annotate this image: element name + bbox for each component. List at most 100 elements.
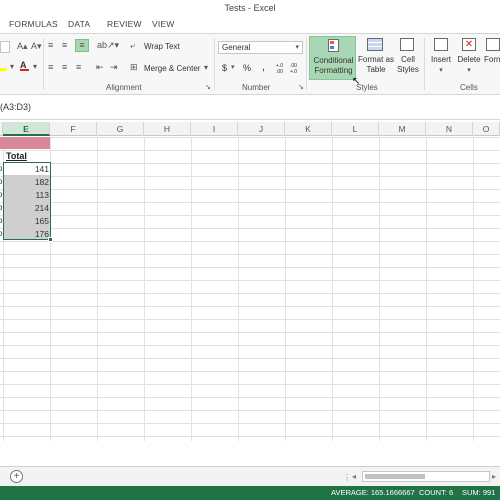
styles-group-label: Styles (356, 83, 378, 92)
cell-styles-label-1: Cell (401, 55, 415, 64)
comma-button[interactable]: , (262, 61, 265, 73)
status-average: AVERAGE: 165.1666667 (331, 488, 415, 497)
tab-formulas[interactable]: FORMULAS (9, 19, 58, 29)
tab-review[interactable]: REVIEW (107, 19, 142, 29)
formula-text[interactable]: (A3:D3) (0, 102, 31, 112)
window-title: Tests - Excel (224, 3, 276, 13)
font-size-dropdown[interactable] (0, 41, 10, 53)
column-header-n[interactable]: N (426, 122, 473, 136)
wrap-text-icon[interactable]: ⤶ (130, 40, 135, 51)
decrease-indent-icon[interactable]: ⇤ (96, 62, 104, 73)
cell-styles-label-2: Styles (397, 65, 419, 74)
currency-button[interactable]: $ (222, 63, 227, 73)
wrap-text-button[interactable]: Wrap Text (144, 42, 180, 51)
cell-styles-button[interactable]: Cell Styles (395, 36, 421, 80)
insert-label: Insert (430, 55, 451, 64)
table-icon (367, 38, 383, 51)
conditional-formatting-button[interactable]: Conditional Formatting (309, 36, 356, 80)
align-center-icon[interactable]: ≡ (62, 62, 67, 72)
merge-dropdown-icon[interactable]: ▾ (204, 63, 208, 72)
ribbon-tabs: FORMULAS DATA REVIEW VIEW (0, 16, 500, 33)
tab-view[interactable]: VIEW (152, 19, 175, 29)
insert-dropdown-icon: ▾ (439, 67, 443, 74)
total-header-cell[interactable]: Total (6, 151, 27, 161)
tab-data[interactable]: DATA (68, 19, 90, 29)
format-cells-icon (486, 38, 500, 51)
conditional-formatting-icon (328, 39, 339, 52)
formula-bar[interactable]: (A3:D3) (0, 96, 500, 120)
header-fill-cell[interactable] (0, 137, 50, 149)
format-as-table-button[interactable]: Format as Table (358, 36, 394, 80)
increase-indent-icon[interactable]: ⇥ (110, 62, 118, 73)
percent-button[interactable]: % (243, 63, 251, 73)
ribbon: A▴ A▾ ▾ A ▾ ≡ ≡ ≡ ab↗▾ ⤶ Wrap Text ≡ ≡ ≡… (0, 33, 500, 95)
status-count: COUNT: 6 (419, 488, 454, 497)
merge-center-button[interactable]: Merge & Center (144, 64, 200, 73)
sheet-tab-bar: + ⋮ ◂ ▸ (0, 466, 500, 486)
font-color-dropdown-icon[interactable]: ▾ (33, 62, 37, 71)
horizontal-scrollbar[interactable] (362, 471, 490, 482)
align-top-icon[interactable]: ≡ (48, 40, 53, 50)
alignment-launcher-icon[interactable]: ↘ (205, 83, 211, 91)
worksheet-grid[interactable]: Total o o o o o o 141 182 113 214 165 17… (0, 137, 500, 441)
number-format-value: General (222, 43, 251, 52)
increase-font-icon[interactable]: A▴ (17, 41, 28, 52)
number-group-label: Number (242, 83, 271, 92)
align-right-icon[interactable]: ≡ (76, 62, 81, 72)
scroll-left-icon[interactable]: ◂ (352, 472, 356, 481)
delete-button[interactable]: ✕ Delete ▾ (456, 36, 482, 80)
column-header-k[interactable]: K (285, 122, 332, 136)
conditional-formatting-label-1: Conditional (313, 56, 354, 65)
format-as-table-label-1: Format as (358, 55, 395, 64)
merge-center-icon[interactable]: ⊞ (130, 62, 138, 73)
fill-dropdown-icon[interactable]: ▾ (10, 62, 14, 71)
chevron-down-icon: ▾ (295, 44, 299, 51)
column-header-o[interactable]: O (473, 122, 500, 136)
value-cell[interactable]: 113 (3, 190, 49, 200)
delete-cells-icon: ✕ (462, 38, 476, 51)
column-header-g[interactable]: G (97, 122, 144, 136)
value-cell[interactable]: 214 (3, 203, 49, 213)
insert-button[interactable]: Insert ▾ (428, 36, 454, 80)
format-as-table-label-2: Table (366, 65, 386, 74)
cell-styles-icon (400, 38, 414, 51)
title-bar: Tests - Excel (0, 0, 500, 16)
status-sum: SUM: 991 (462, 488, 496, 497)
align-bottom-icon[interactable]: ≡ (75, 39, 89, 52)
fill-color-icon[interactable] (0, 63, 7, 73)
conditional-formatting-label-2: Formatting (314, 66, 353, 75)
align-middle-icon[interactable]: ≡ (62, 40, 67, 50)
scroll-right-icon[interactable]: ▸ (492, 472, 496, 481)
column-header-m[interactable]: M (379, 122, 426, 136)
column-headers: E F G H I J K L M N O (0, 122, 500, 136)
sheet-options-icon[interactable]: ⋮ (343, 473, 351, 482)
plus-circle-icon[interactable]: + (10, 470, 23, 483)
delete-label: Delete (457, 55, 481, 64)
column-header-e[interactable]: E (3, 122, 50, 136)
number-launcher-icon[interactable]: ↘ (298, 83, 304, 91)
column-header-f[interactable]: F (50, 122, 97, 136)
insert-cells-icon (434, 38, 448, 51)
alignment-group-label: Alignment (106, 83, 142, 92)
format-label: Form (484, 55, 500, 64)
scrollbar-thumb[interactable] (365, 474, 425, 479)
decrease-font-icon[interactable]: A▾ (31, 41, 42, 52)
orientation-icon[interactable]: ab↗▾ (97, 40, 119, 51)
delete-dropdown-icon: ▾ (467, 67, 471, 74)
value-cell[interactable]: 141 (3, 164, 49, 174)
status-bar: AVERAGE: 165.1666667 COUNT: 6 SUM: 991 (0, 486, 500, 500)
format-button[interactable]: Form (484, 36, 500, 80)
value-cell[interactable]: 165 (3, 216, 49, 226)
increase-decimal-button[interactable]: +.0 .00 (276, 63, 288, 75)
currency-dropdown-icon[interactable]: ▾ (231, 63, 235, 71)
value-cell[interactable]: 182 (3, 177, 49, 187)
column-header-i[interactable]: I (191, 122, 238, 136)
align-left-icon[interactable]: ≡ (48, 62, 53, 72)
font-color-icon[interactable]: A (20, 60, 29, 71)
column-header-h[interactable]: H (144, 122, 191, 136)
number-format-dropdown[interactable]: General ▾ (218, 41, 303, 54)
decrease-decimal-button[interactable]: .00 +.0 (290, 63, 302, 75)
column-header-l[interactable]: L (332, 122, 379, 136)
column-header-j[interactable]: J (238, 122, 285, 136)
value-cell[interactable]: 176 (3, 229, 49, 239)
